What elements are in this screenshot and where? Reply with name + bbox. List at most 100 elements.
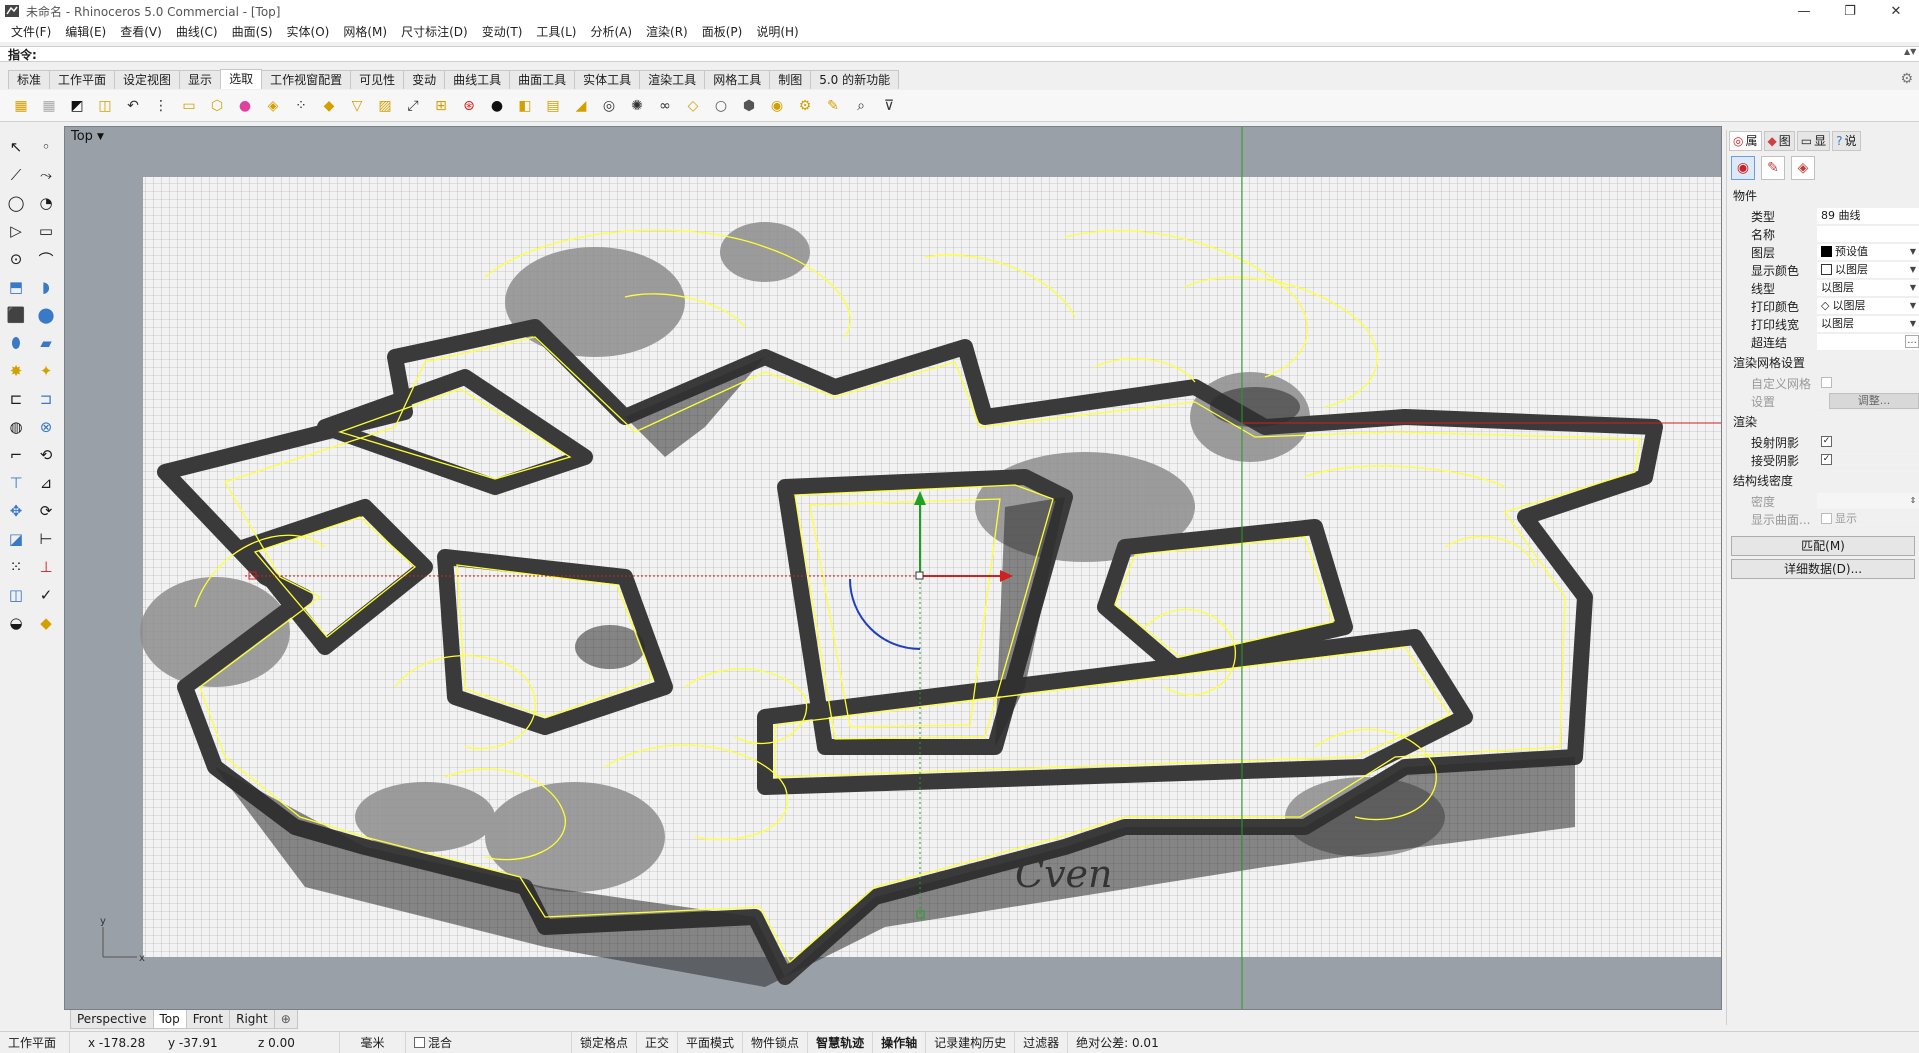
status-planar[interactable]: 平面模式 (678, 1031, 744, 1053)
menu-tools[interactable]: 工具(L) (529, 22, 583, 42)
select-mesh-icon[interactable]: ◆ (318, 95, 340, 117)
viewport-top[interactable]: Cven y x Top ▼ (64, 126, 1722, 1010)
status-osnap[interactable]: 物件锁点 (743, 1031, 809, 1053)
analyze-icon[interactable]: ◫ (4, 584, 28, 606)
tab-display-panel[interactable]: ▭ 显 (1796, 131, 1831, 151)
trim-icon[interactable]: ⊤ (4, 472, 28, 494)
prop-layer-select[interactable]: 预设值 ▼ (1817, 243, 1919, 261)
menu-file[interactable]: 文件(F) (4, 22, 58, 42)
tab-top[interactable]: Top (152, 1010, 187, 1029)
select-lights-icon[interactable]: ▽ (346, 95, 368, 117)
invert-selection-icon[interactable]: ◩ (66, 95, 88, 117)
select-erase-icon[interactable]: ◇ (682, 95, 704, 117)
mirror-icon[interactable]: ⊥ (34, 556, 58, 578)
offset-icon[interactable]: ⟲ (34, 444, 58, 466)
box-icon[interactable]: ⬛ (4, 304, 28, 326)
extrude-curve-icon[interactable]: ◗ (34, 276, 58, 298)
tab-select[interactable]: 选取 (220, 69, 263, 89)
material-properties-icon[interactable]: ✎ (1761, 156, 1785, 180)
status-smarttrack[interactable]: 智慧轨迹 (808, 1031, 874, 1053)
split-icon[interactable]: ⊗ (34, 416, 58, 438)
menu-curve[interactable]: 曲线(C) (169, 22, 225, 42)
adjust-mesh-button[interactable]: 调整... (1829, 392, 1919, 409)
tab-help[interactable]: ? 说 (1832, 131, 1861, 151)
menu-analyze[interactable]: 分析(A) (583, 22, 639, 42)
status-history[interactable]: 记录建构历史 (926, 1031, 1016, 1053)
arc-icon[interactable]: ◔ (34, 192, 58, 214)
tab-transform[interactable]: 变动 (403, 70, 446, 89)
command-scroll-icon[interactable]: ▲▼ (1904, 47, 1916, 61)
tab-properties[interactable]: ◎ 属 (1729, 131, 1762, 151)
status-layer[interactable]: 混合 (406, 1031, 572, 1053)
select-box-icon[interactable]: ⬢ (738, 95, 760, 117)
viewport-menu-arrow-icon[interactable]: ▼ (97, 132, 104, 142)
select-zoom-icon[interactable]: ⌕ (850, 95, 872, 117)
explode-icon[interactable]: ⊏ (4, 388, 28, 410)
prop-display-color-select[interactable]: 以图层 ▼ (1817, 261, 1919, 279)
spotlight-icon[interactable]: ✦ (34, 360, 58, 382)
match-properties-button[interactable]: 匹配(M) (1731, 536, 1915, 556)
array-icon[interactable]: ⁙ (4, 556, 28, 578)
hyperlink-browse-button[interactable]: ... (1905, 335, 1919, 348)
tab-viewport-layout[interactable]: 工作视窗配置 (261, 70, 352, 89)
prop-print-width-select[interactable]: 以图层 ▼ (1817, 315, 1919, 333)
tab-perspective[interactable]: Perspective (70, 1010, 154, 1029)
command-input[interactable] (36, 47, 1904, 61)
tab-render-tools[interactable]: 渲染工具 (639, 70, 706, 89)
rectangle-icon[interactable]: ▭ (34, 220, 58, 242)
freeform-icon[interactable]: ⌒ (34, 248, 58, 270)
rotate-icon[interactable]: ⟳ (34, 500, 58, 522)
select-layer-icon[interactable]: ▤ (542, 95, 564, 117)
status-cplane[interactable]: 工作平面 (0, 1031, 70, 1053)
material-icon[interactable]: ◆ (34, 612, 58, 634)
select-surface-icon[interactable]: ◈ (262, 95, 284, 117)
mesh-plane-icon[interactable]: ▰ (34, 332, 58, 354)
viewport-title[interactable]: Top ▼ (71, 129, 104, 144)
receive-shadow-checkbox[interactable]: ✓ (1821, 454, 1832, 465)
select-none-icon[interactable]: ▦ (38, 95, 60, 117)
prop-hyperlink-field[interactable]: ... (1817, 333, 1919, 351)
select-last-icon[interactable]: ↶ (122, 95, 144, 117)
status-units[interactable]: 毫米 (340, 1031, 406, 1053)
surface-corner-icon[interactable]: ⬒ (4, 276, 28, 298)
minimize-button[interactable]: — (1781, 0, 1827, 22)
show-isocurve-checkbox[interactable] (1821, 513, 1832, 524)
select-filter-icon[interactable]: ⊽ (878, 95, 900, 117)
status-grid-snap[interactable]: 锁定格点 (572, 1031, 638, 1053)
polyline-icon[interactable]: ⟋ (4, 164, 28, 186)
select-spiral-icon[interactable]: ◎ (598, 95, 620, 117)
select-pattern-icon[interactable]: ✺ (626, 95, 648, 117)
select-target-icon[interactable]: ◉ (766, 95, 788, 117)
details-button[interactable]: 详细数据(D)... (1731, 559, 1915, 579)
object-properties-icon[interactable]: ◉ (1731, 156, 1755, 180)
tab-layers[interactable]: ◆ 图 (1763, 131, 1795, 151)
texture-mapping-icon[interactable]: ◈ (1791, 156, 1815, 180)
menu-panels[interactable]: 面板(P) (695, 22, 750, 42)
status-filter[interactable]: 过滤器 (1015, 1031, 1069, 1053)
tab-new-in-v5[interactable]: 5.0 的新功能 (810, 70, 900, 89)
select-objects-icon[interactable]: ⚙ (794, 95, 816, 117)
select-arrow-icon[interactable]: ↖ (4, 136, 28, 158)
cast-shadow-checkbox[interactable]: ✓ (1821, 436, 1832, 447)
close-button[interactable]: ✕ (1873, 0, 1919, 22)
menu-transform[interactable]: 变动(T) (475, 22, 530, 42)
select-points-icon[interactable]: ⋮ (150, 95, 172, 117)
menu-help[interactable]: 说明(H) (749, 22, 805, 42)
menu-mesh[interactable]: 网格(M) (336, 22, 394, 42)
extend-icon[interactable]: ⊿ (34, 472, 58, 494)
select-point-cloud-icon[interactable]: ⁘ (290, 95, 312, 117)
fillet-icon[interactable]: ⌐ (4, 444, 28, 466)
restore-button[interactable]: ❐ (1827, 0, 1873, 22)
select-closed-icon[interactable]: ● (486, 95, 508, 117)
select-polysurface-icon[interactable]: ⬡ (206, 95, 228, 117)
sphere-icon[interactable]: ⬤ (34, 304, 58, 326)
tab-display[interactable]: 显示 (179, 70, 222, 89)
boolean-icon[interactable]: ◍ (4, 416, 28, 438)
tab-curve-tools[interactable]: 曲线工具 (444, 70, 511, 89)
prop-linetype-select[interactable]: 以图层 ▼ (1817, 279, 1919, 297)
circle-icon[interactable]: ◯ (4, 192, 28, 214)
select-brush-icon[interactable]: ✎ (822, 95, 844, 117)
select-chain-icon[interactable]: ∞ (654, 95, 676, 117)
point-icon[interactable]: ◦ (34, 136, 58, 158)
status-gumball[interactable]: 操作轴 (873, 1031, 927, 1053)
